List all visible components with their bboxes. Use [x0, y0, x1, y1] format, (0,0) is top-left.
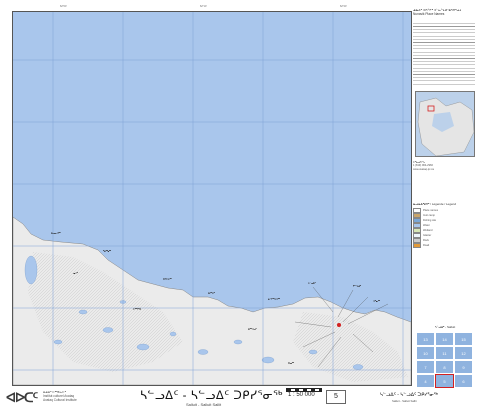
legend-label: Water [423, 224, 430, 227]
index-sheet-cell[interactable]: 11 [435, 346, 454, 360]
index-sheet-cell[interactable]: 10 [416, 346, 435, 360]
map-subtitle: Salluit - Salluit Sallit [186, 402, 222, 407]
topographic-map: ᐃᓗᓕᐊᖅ ᖃᖅᑲᖅ ᑕᓯᐅᔭᖅ ᐃᓯᕐᕕᒃ ᑲᖏᖅᓱᐊᖅ ᓴᓪᓗᐃᑦ ᑭᙵᐃᑦ… [13, 12, 411, 385]
svg-text:ᐃᓗᓕᐊᖅ: ᐃᓗᓕᐊᖅ [51, 232, 61, 235]
svg-text:ᖃᖅᑲᖅ: ᖃᖅᑲᖅ [103, 250, 111, 253]
index-sheet-cell[interactable]: 12 [454, 346, 473, 360]
svg-text:ᑭᙵᐃᑦ: ᑭᙵᐃᑦ [353, 285, 361, 288]
contact-block: ᐅᖃᓘᑎᖓ 1 (819) 964-2966 www.avataq.qc.ca [413, 161, 475, 171]
coord-label: 62°10' [200, 5, 207, 8]
settlement-marker [337, 323, 341, 327]
sheet-index: ᓴᓪᓗᐃᑦ - Salluit 13 14 15 10 11 12 7 8 9 4 5 6 [416, 325, 474, 388]
legend-swatch [413, 243, 421, 248]
legend-label: Glacier [423, 234, 432, 237]
svg-text:ᐃᖅᐊᓗᒃ: ᐃᖅᐊᓗᒃ [248, 328, 256, 331]
index-sheet-cell[interactable]: 15 [454, 332, 473, 346]
inset-svg [416, 92, 474, 156]
legend-label: Wetland [423, 229, 433, 232]
index-sheet-cell[interactable]: 13 [416, 332, 435, 346]
legend-label: Fishing site [423, 219, 437, 222]
side-panel: ᓄᓇᕕᒃ ᐊᑎᖏᑦ ᐊᓪᓚᖓᓂ ᑲᑎᑎᕐᓗᒍ Nunavik Place Nam… [411, 5, 477, 388]
institute-name: ᐃᓄᐃᑦ ᐅᕐᕿᓚᐅᑦ Institut culturel Avataq Ava… [43, 390, 77, 403]
website-link[interactable]: www.avataq.qc.ca [413, 168, 475, 171]
scale-text: 1 : 50 000 [288, 392, 315, 398]
legend-title: ᓇᓗᓇᐃᒃᑯᑎᑦ / Légende / Legend [413, 202, 457, 206]
legend-item: Road [413, 243, 475, 248]
footer-right-title: ᓴᓪᓗᐃᑦ - ᓴᓪᓗᐃᑦ ᑐᑭᓯᕐᓂᖅ [380, 392, 438, 398]
index-caption: ᓴᓪᓗᐃᑦ - Salluit [434, 325, 456, 329]
side-description [413, 23, 475, 87]
legend-label: Place names [423, 209, 438, 212]
coord-label: 62°00' [60, 5, 67, 8]
svg-text:ᐅᖅᓯᕐᑕ: ᐅᖅᓯᕐᑕ [133, 308, 141, 311]
legend-label: Rock [423, 239, 429, 242]
svg-text:ᐃᓯᕐᕕᒃ: ᐃᓯᕐᕕᒃ [208, 292, 215, 295]
svg-text:ᐊᕐᓇᖅ: ᐊᕐᓇᖅ [373, 300, 380, 303]
svg-text:ᓴᓪᓗᐃᑦ: ᓴᓪᓗᐃᑦ [308, 282, 316, 285]
index-sheet-cell[interactable]: 8 [435, 360, 454, 374]
index-sheet-cell[interactable]: 7 [416, 360, 435, 374]
sheet-number: 5 [326, 390, 346, 404]
coord-label: 62°20' [340, 5, 347, 8]
map-frame[interactable]: ᐃᓗᓕᐊᖅ ᖃᖅᑲᖅ ᑕᓯᐅᔭᖅ ᐃᓯᕐᕕᒃ ᑲᖏᖅᓱᐊᖅ ᓴᓪᓗᐃᑦ ᑭᙵᐃᑦ… [12, 11, 412, 386]
svg-text:ᑲᖏᖅᓱᐊᖅ: ᑲᖏᖅᓱᐊᖅ [268, 298, 280, 301]
side-title: ᓄᓇᕕᒃ ᐊᑎᖏᑦ ᐊᓪᓚᖓᓂ ᑲᑎᑎᕐᓗᒍ Nunavik Place Nam… [413, 8, 462, 16]
svg-text:ᑕᓯᐅᔭᖅ: ᑕᓯᐅᔭᖅ [163, 278, 172, 281]
legend: ᓇᓗᓇᐃᒃᑯᑎᑦ / Légende / Legend Place names I… [413, 202, 475, 312]
footer-right-subtitle: Salluit - Salluit Sallit [392, 399, 417, 403]
avataq-logo: ᐊᐅᑕᑦ [6, 390, 38, 405]
index-sheet-cell[interactable]: 9 [454, 360, 473, 374]
svg-text:ᓄᕙᒃ: ᓄᕙᒃ [73, 272, 78, 275]
legend-label: Road [423, 244, 430, 247]
svg-text:ᑐᓄᖅ: ᑐᓄᖅ [288, 362, 294, 365]
location-inset-map [415, 91, 475, 157]
map-sheet: ᐃᓗᓕᐊᖅ ᖃᖅᑲᖅ ᑕᓯᐅᔭᖅ ᐃᓯᕐᕕᒃ ᑲᖏᖅᓱᐊᖅ ᓴᓪᓗᐃᑦ ᑭᙵᐃᑦ… [0, 0, 480, 414]
index-sheet-cell[interactable]: 14 [435, 332, 454, 346]
legend-label: Inuit camp [423, 214, 435, 217]
legend-list: Place names Inuit camp Fishing site Water We… [413, 208, 475, 248]
